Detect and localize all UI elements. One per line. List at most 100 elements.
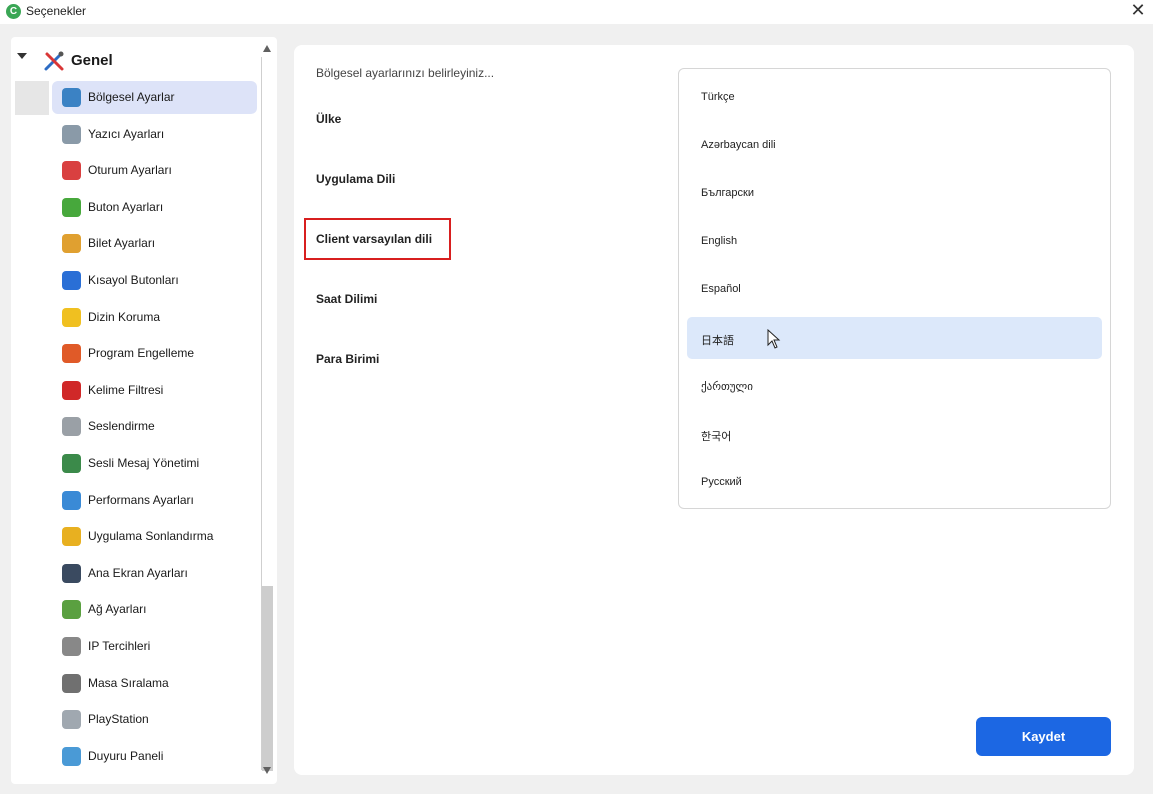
sidebar-scrollbar[interactable] (261, 43, 274, 778)
setting-item[interactable]: Saat Dilimi (316, 292, 377, 306)
folder-shield-icon (62, 307, 81, 327)
language-option[interactable]: 한국어 (687, 413, 1102, 455)
language-option[interactable]: 日本語 (687, 316, 1102, 359)
scroll-up-icon[interactable] (263, 45, 271, 52)
grid-icon (62, 673, 81, 693)
title-bar: C Seçenekler ✕ (0, 0, 1153, 24)
sidebar-item[interactable]: Uygulama Sonlandırma (52, 520, 257, 553)
intro-text: Bölgesel ayarlarınızı belirleyiniz... (316, 66, 495, 80)
sidebar-item-label: Program Engelleme (88, 346, 195, 361)
sidebar-item-label: Bilet Ayarları (88, 236, 156, 251)
window-title: Seçenekler (26, 4, 87, 18)
sidebar-group-label: Genel (71, 52, 113, 69)
setting-item[interactable]: Uygulama Dili (316, 172, 395, 186)
app-logo-icon: C (6, 4, 21, 19)
printer-icon (62, 124, 81, 144)
sidebar-item-label: Ağ Ayarları (88, 602, 147, 617)
sidebar-item-label: Uygulama Sonlandırma (88, 529, 214, 544)
sidebar-item-label: Masa Sıralama (88, 675, 169, 690)
language-option[interactable]: Български (687, 172, 1102, 214)
sidebar-item-label: Kısayol Butonları (88, 273, 179, 287)
globe-icon (62, 88, 81, 107)
language-label: 日本語 (701, 334, 734, 347)
sidebar-group-genel[interactable]: Genel (11, 47, 261, 75)
language-option[interactable]: Azərbaycan dili (687, 124, 1102, 166)
setting-item[interactable]: Ülke (316, 112, 341, 126)
sidebar-item-label: Performans Ayarları (88, 492, 194, 507)
network-icon (62, 600, 81, 620)
scrollbar-thumb[interactable] (262, 586, 273, 771)
language-label: Türkçe (701, 91, 735, 103)
sidebar-item[interactable]: Seslendirme (52, 410, 257, 443)
sidebar-item[interactable]: Buton Ayarları (52, 191, 257, 224)
chevron-down-icon[interactable] (17, 53, 27, 59)
sidebar-item[interactable]: Bilet Ayarları (52, 227, 257, 260)
sidebar-item-label: Dizin Koruma (88, 309, 161, 324)
language-label: Azərbaycan dili (701, 139, 776, 152)
sidebar-item[interactable]: Dizin Koruma (52, 301, 257, 334)
speaker-icon (62, 417, 81, 437)
highlight-box (304, 218, 451, 260)
sidebar-item[interactable]: Masa Sıralama (52, 667, 257, 700)
sidebar-item[interactable]: PlayStation (52, 703, 257, 736)
broom-icon (62, 527, 81, 547)
tools-icon (44, 51, 64, 71)
sidebar-item[interactable]: Yazıcı Ayarları (52, 118, 257, 151)
sidebar-item[interactable]: Kelime Filtresi (52, 374, 257, 407)
sidebar-item-label: Ana Ekran Ayarları (88, 565, 188, 580)
sidebar-item-label: Seslendirme (88, 419, 155, 434)
sidebar-item[interactable]: Performans Ayarları (52, 484, 257, 517)
sidebar-item[interactable]: Program Engelleme (52, 337, 257, 370)
sidebar-item-label: PlayStation (88, 712, 149, 727)
filter-icon (62, 380, 81, 400)
sidebar-item-label: Bölgesel Ayarlar (88, 90, 175, 104)
language-label: Български (701, 187, 754, 200)
check-icon (62, 197, 81, 217)
headset-icon (62, 454, 81, 473)
sidebar-item[interactable]: Bölgesel Ayarlar (52, 81, 257, 114)
sidebar-item[interactable]: IP Tercihleri (52, 630, 257, 663)
scroll-down-icon[interactable] (263, 767, 271, 774)
language-label: Русский (701, 475, 742, 488)
sidebar-item-label: Yazıcı Ayarları (88, 126, 165, 141)
sidebar-item[interactable]: Duyuru Paneli (52, 740, 257, 773)
sidebar-item-label: Oturum Ayarları (88, 163, 172, 178)
close-icon: ✕ (1130, 0, 1146, 20)
main-panel: Bölgesel ayarlarınızı belirleyiniz... Ül… (294, 45, 1134, 775)
sidebar-item[interactable]: Kısayol Butonları (52, 264, 257, 297)
play-icon (62, 271, 81, 290)
language-option[interactable]: English (687, 220, 1102, 262)
mouse-cursor-icon (767, 328, 781, 349)
monitor-icon (62, 563, 81, 583)
ip-icon (62, 637, 81, 656)
sidebar-item[interactable]: Sesli Mesaj Yönetimi (52, 447, 257, 480)
sidebar-item[interactable]: Oturum Ayarları (52, 154, 257, 187)
ticket-icon (62, 234, 81, 254)
tools-icon (62, 161, 81, 181)
language-label: Español (701, 283, 741, 296)
sidebar-item-label: Buton Ayarları (88, 199, 164, 214)
language-option[interactable]: Español (687, 268, 1102, 310)
language-option[interactable]: ქართული (687, 365, 1102, 407)
sidebar-item[interactable]: Ana Ekran Ayarları (52, 557, 257, 590)
announcement-icon (62, 746, 81, 766)
language-option[interactable]: Русский (687, 461, 1102, 503)
selection-gutter (15, 81, 49, 115)
language-label: ქართული (701, 380, 753, 393)
block-icon (62, 344, 81, 364)
language-label: English (701, 235, 738, 248)
setting-item[interactable]: Para Birimi (316, 352, 379, 366)
language-label: 한국어 (701, 430, 732, 443)
language-list[interactable]: Türkçe Azərbaycan dili Български English Esp… (678, 68, 1111, 509)
sidebar-item-label: Kelime Filtresi (88, 382, 164, 397)
close-button[interactable]: ✕ (1127, 0, 1149, 22)
performance-icon (62, 490, 81, 510)
gamepad-icon (62, 710, 81, 730)
save-button[interactable]: Kaydet (976, 717, 1111, 756)
sidebar-item[interactable]: Ağ Ayarları (52, 593, 257, 626)
sidebar-item-label: Sesli Mesaj Yönetimi (88, 456, 200, 470)
sidebar-item-label: IP Tercihleri (88, 639, 151, 653)
language-option[interactable]: Türkçe (687, 76, 1102, 118)
sidebar: Genel Bölgesel Ayarlar Yazıcı Ayarları Otu… (11, 37, 277, 784)
sidebar-item-label: Duyuru Paneli (88, 748, 164, 763)
